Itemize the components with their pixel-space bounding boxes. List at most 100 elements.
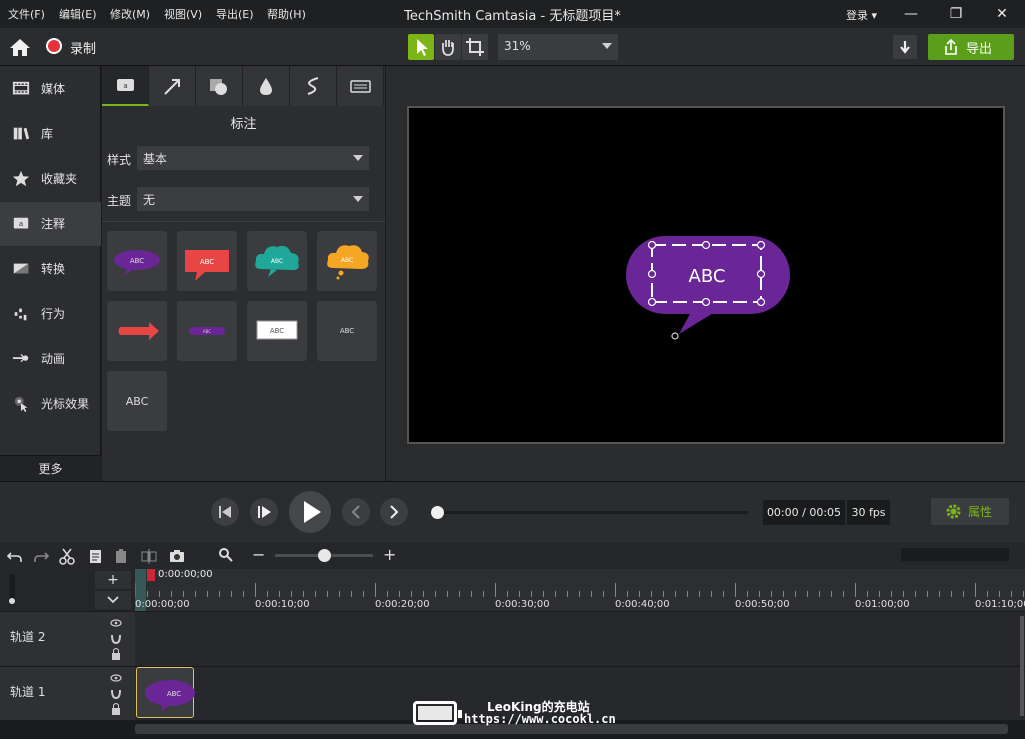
shapes-icon <box>210 79 227 95</box>
callout-tile-bubble-purple[interactable]: ABC <box>107 231 167 291</box>
step-forward-button[interactable] <box>250 498 278 526</box>
tab-arrows[interactable] <box>149 66 196 106</box>
add-track-button[interactable]: + <box>95 571 131 589</box>
paste-icon[interactable] <box>112 547 130 565</box>
tab-callout[interactable]: a <box>102 66 149 106</box>
tab-keystroke[interactable] <box>337 66 384 106</box>
vertical-scrollbar[interactable] <box>1020 616 1024 716</box>
sidebar-item-annotation[interactable]: a 注释 <box>0 202 101 246</box>
record-button[interactable]: 录制 <box>70 38 96 57</box>
sidebar-item-cursor-effect[interactable]: 光标效果 <box>0 382 101 426</box>
login-label: 登录 <box>846 9 868 22</box>
magnet-icon[interactable] <box>111 689 121 700</box>
theme-value: 无 <box>143 193 156 207</box>
zoom-out-button[interactable]: − <box>252 545 265 564</box>
previous-marker-button[interactable] <box>342 498 370 526</box>
callout-tile-thought-yellow[interactable]: ABC <box>317 231 377 291</box>
zoom-dropdown[interactable]: 31% <box>498 34 618 60</box>
callout-tile-cloud-teal[interactable]: ABC <box>247 231 307 291</box>
share-icon <box>945 38 957 55</box>
text-large-icon: ABC <box>126 395 149 408</box>
callout-tile-speech-red[interactable]: ABC <box>177 231 237 291</box>
preview-canvas[interactable]: ABC <box>407 106 1005 444</box>
resize-handle[interactable] <box>756 240 766 250</box>
export-button[interactable]: 导出 <box>928 34 1014 60</box>
record-icon[interactable] <box>46 38 62 54</box>
login-button[interactable]: 登录 ▾ <box>846 7 877 23</box>
magnet-icon[interactable] <box>111 634 121 645</box>
drop-icon <box>260 78 272 95</box>
zoom-in-button[interactable]: + <box>383 545 396 564</box>
cursor-effect-icon <box>14 396 28 413</box>
split-icon[interactable] <box>140 547 158 565</box>
callout-clip[interactable]: ABC <box>136 667 195 718</box>
tab-blur[interactable] <box>243 66 290 106</box>
select-tool-button[interactable] <box>408 34 434 60</box>
undo-icon[interactable] <box>6 547 24 565</box>
resize-handle[interactable] <box>701 240 711 250</box>
pan-tool-button[interactable] <box>435 34 461 60</box>
track-2-header[interactable]: 轨道 2 <box>0 611 135 666</box>
callout-text[interactable]: ABC <box>689 266 726 287</box>
callout-tile-pill-purple[interactable]: ABC <box>177 301 237 361</box>
sidebar-item-animation[interactable]: 动画 <box>0 337 101 381</box>
collapse-tracks-button[interactable] <box>95 591 131 609</box>
timeline-zoom-handle[interactable] <box>318 549 331 562</box>
next-marker-button[interactable] <box>380 498 408 526</box>
download-button[interactable] <box>893 35 917 59</box>
tile-text: ABC <box>340 327 354 335</box>
sketch-icon <box>307 77 319 95</box>
resize-handle[interactable] <box>647 269 657 279</box>
tile-text: ABC <box>270 327 284 335</box>
sidebar-item-star[interactable]: 收藏夹 <box>0 157 101 201</box>
redo-icon[interactable] <box>32 547 50 565</box>
tab-sketch[interactable] <box>290 66 337 106</box>
tile-text: ABC <box>126 395 149 408</box>
close-button[interactable]: ✕ <box>988 4 1016 24</box>
tab-shapes[interactable] <box>196 66 243 106</box>
track-1-header[interactable]: 轨道 1 <box>0 666 135 720</box>
fps-display: 30 fps <box>847 500 890 525</box>
resize-handle[interactable] <box>701 297 711 307</box>
cut-icon[interactable] <box>58 547 76 565</box>
callout-tile-arrow-red[interactable] <box>107 301 167 361</box>
step-back-button[interactable] <box>211 498 239 526</box>
style-dropdown[interactable]: 基本 <box>137 146 369 170</box>
more-button[interactable]: 更多 <box>0 455 101 481</box>
playhead-marker[interactable] <box>147 569 155 581</box>
library-icon <box>13 127 30 140</box>
resize-handle[interactable] <box>756 297 766 307</box>
resize-handle[interactable] <box>647 297 657 307</box>
sidebar-item-film[interactable]: 媒体 <box>0 67 101 111</box>
lock-icon[interactable] <box>112 653 120 660</box>
copy-icon[interactable] <box>86 547 104 565</box>
theme-dropdown[interactable]: 无 <box>137 187 369 211</box>
crop-tool-button[interactable] <box>462 34 488 60</box>
callout-tile-box-white[interactable]: ABC <box>247 301 307 361</box>
minimize-button[interactable]: — <box>897 4 925 24</box>
scrub-track[interactable] <box>436 511 748 514</box>
timeline-overview[interactable] <box>901 548 1009 561</box>
sidebar-item-library[interactable]: 库 <box>0 112 101 156</box>
resize-handle[interactable] <box>647 240 657 250</box>
tail-handle[interactable] <box>671 332 679 340</box>
sidebar-item-transition[interactable]: 转换 <box>0 247 101 291</box>
restore-button[interactable]: ❐ <box>942 4 970 24</box>
callout-tile-text-large[interactable]: ABC <box>107 371 167 431</box>
chevron-left-icon <box>351 505 360 519</box>
properties-button[interactable]: 属性 <box>931 498 1009 525</box>
play-button[interactable] <box>289 491 331 533</box>
home-icon[interactable] <box>9 37 31 57</box>
lock-icon[interactable] <box>112 708 120 715</box>
callout-tile-text-only[interactable]: ABC <box>317 301 377 361</box>
track-height-handle[interactable] <box>9 598 15 604</box>
camera-icon[interactable] <box>168 547 186 565</box>
track-2-body[interactable] <box>135 611 1025 666</box>
resize-handle[interactable] <box>756 269 766 279</box>
callout-graphic[interactable]: ABC <box>409 108 1003 442</box>
bubble-purple-icon: ABC <box>114 250 160 275</box>
sidebar-item-behavior[interactable]: 行为 <box>0 292 101 336</box>
ruler-tick-label: 0:00:10;00 <box>255 599 310 610</box>
scrub-handle[interactable] <box>431 506 444 519</box>
ruler-tick-label: 0:00:00;00 <box>135 599 190 610</box>
